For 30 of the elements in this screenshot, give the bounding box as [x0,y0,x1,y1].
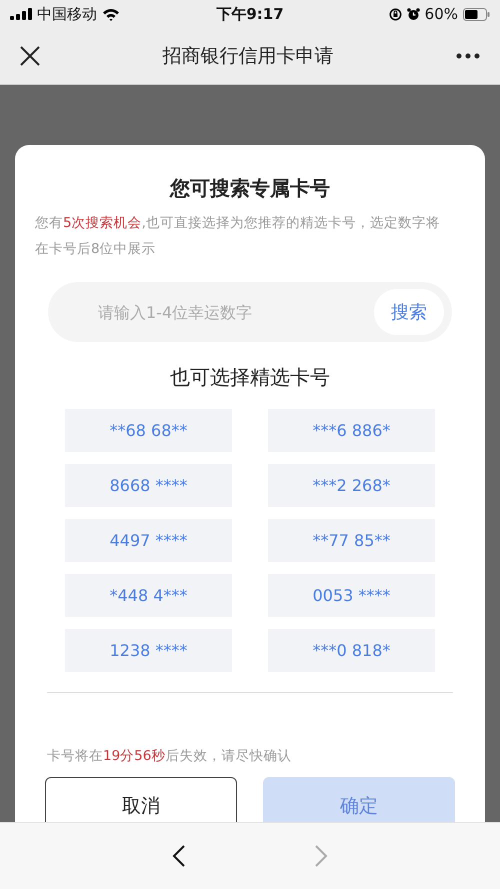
more-icon [456,53,480,59]
dialog-title: 您可搜索专属卡号 [170,175,330,202]
chevron-right-icon [314,844,328,868]
card-number-option[interactable]: ***2 268* [268,464,435,507]
wifi-icon [102,8,120,20]
expiry-notice: 卡号将在19分56秒后失效，请尽快确认 [47,747,292,765]
card-number-option[interactable]: 4497 **** [65,519,232,562]
section-title: 也可选择精选卡号 [170,364,330,391]
search-field[interactable]: 请输入1-4位幸运数字 搜索 [48,282,452,342]
card-number-option[interactable]: 1238 **** [65,629,232,672]
carrier-name: 中国移动 [37,4,97,24]
card-number-option[interactable]: *448 4*** [65,574,232,617]
card-number-option[interactable]: 8668 **** [65,464,232,507]
signal-icon [10,8,32,20]
status-time: 下午9:17 [216,4,284,24]
close-icon [20,46,40,66]
chevron-left-icon [172,844,186,868]
card-number-option[interactable]: **77 85** [268,519,435,562]
card-number-option[interactable]: **68 68** [65,409,232,452]
page-title: 招商银行信用卡申请 [162,44,334,69]
card-number-option[interactable]: ***6 886* [268,409,435,452]
card-number-option[interactable]: 0053 **** [268,574,435,617]
rotation-lock-icon [388,8,402,20]
alarm-clock-icon [406,8,420,20]
card-number-option[interactable]: ***0 818* [268,629,435,672]
battery-percent: 60% [424,5,458,23]
dialog-description: 您有5次搜索机会,也可直接选择为您推荐的精选卡号，选定数字将在卡号后8位中展示 [35,214,441,259]
cancel-button[interactable]: 取消 [45,777,237,822]
search-button[interactable]: 搜索 [374,289,444,335]
battery-icon [463,8,490,20]
